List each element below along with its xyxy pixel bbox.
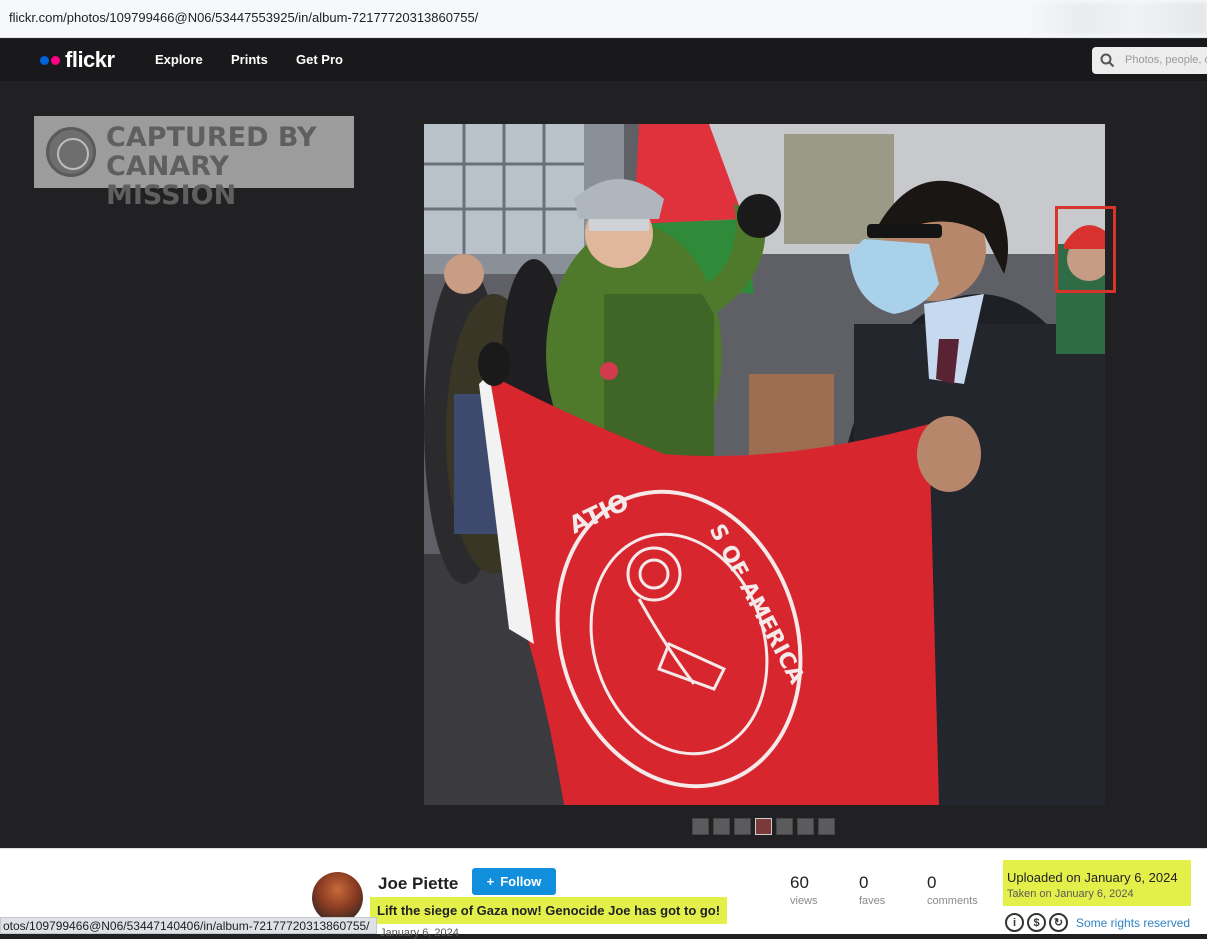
- owner-avatar[interactable]: [312, 872, 363, 923]
- thumbnail[interactable]: [776, 818, 793, 835]
- attribution-icon: i: [1005, 913, 1024, 932]
- noncommercial-icon: $: [1027, 913, 1046, 932]
- face-highlight-box: [1055, 206, 1116, 293]
- plus-icon: +: [486, 874, 495, 889]
- search-box[interactable]: Photos, people, or groups: [1092, 47, 1207, 74]
- thumbnail[interactable]: [713, 818, 730, 835]
- protest-photo-illustration: ATIO S OF AMERICA: [424, 124, 1105, 805]
- stat-views: 60 views: [790, 873, 818, 907]
- nav-get-pro[interactable]: Get Pro: [296, 52, 343, 67]
- follow-button[interactable]: + Follow: [472, 868, 556, 895]
- owner-name[interactable]: Joe Piette: [378, 874, 458, 894]
- search-placeholder: Photos, people, or groups: [1125, 54, 1207, 66]
- thumbnail-active[interactable]: [755, 818, 772, 835]
- nav-explore[interactable]: Explore: [155, 52, 203, 67]
- watermark-text: CAPTURED BY CANARY MISSION: [106, 122, 317, 211]
- logo-blue-dot: [40, 55, 49, 65]
- taken-date[interactable]: Taken on January 6, 2024: [1007, 888, 1191, 900]
- license-info[interactable]: i $ ↻ Some rights reserved: [1005, 913, 1190, 932]
- blurred-toolbar-area: [1027, 2, 1207, 35]
- bird-seal-icon: [46, 127, 96, 177]
- thumbnail[interactable]: [818, 818, 835, 835]
- logo-pink-dot: [51, 55, 60, 65]
- thumbnail[interactable]: [692, 818, 709, 835]
- license-text[interactable]: Some rights reserved: [1076, 916, 1190, 930]
- upload-date-box: Uploaded on January 6, 2024 Taken on Jan…: [1003, 860, 1191, 906]
- flickr-nav: flickr Explore Prints Get Pro Photos, pe…: [0, 39, 1207, 81]
- url-text[interactable]: flickr.com/photos/109799466@N06/53447553…: [9, 10, 478, 25]
- browser-status-bar: otos/109799466@N06/53447140406/in/album-…: [0, 917, 377, 934]
- flickr-logo[interactable]: flickr: [40, 47, 115, 72]
- photo-thumbnail-strip: [692, 818, 835, 835]
- uploaded-date: Uploaded on January 6, 2024: [1007, 870, 1178, 885]
- nav-prints[interactable]: Prints: [231, 52, 268, 67]
- stat-faves: 0 faves: [859, 873, 886, 907]
- canary-mission-watermark: CAPTURED BY CANARY MISSION: [34, 116, 354, 210]
- logo-wordmark: flickr: [65, 47, 115, 72]
- photo-title: Lift the siege of Gaza now! Genocide Joe…: [370, 897, 728, 924]
- search-icon: [1100, 53, 1115, 68]
- share-alike-icon: ↻: [1049, 913, 1068, 932]
- main-photo[interactable]: ATIO S OF AMERICA: [424, 124, 1105, 805]
- photo-date-partial: January 6, 2024: [380, 927, 459, 939]
- thumbnail[interactable]: [797, 818, 814, 835]
- follow-label: Follow: [500, 874, 542, 889]
- stat-comments: 0 comments: [927, 873, 978, 907]
- thumbnail[interactable]: [734, 818, 751, 835]
- browser-address-bar[interactable]: flickr.com/photos/109799466@N06/53447553…: [0, 0, 1207, 38]
